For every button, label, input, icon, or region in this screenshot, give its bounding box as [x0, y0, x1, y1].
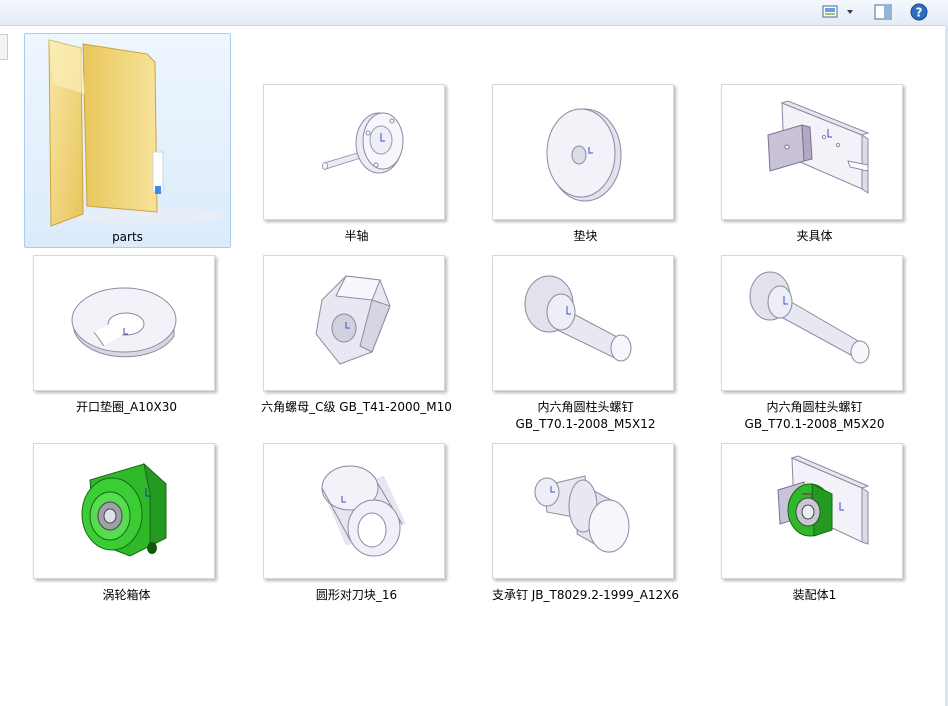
- navigation-pane-edge[interactable]: [0, 34, 8, 60]
- preview-pane-button[interactable]: [870, 2, 896, 22]
- file-thumbnail: [492, 443, 674, 579]
- item-label: 内六角圆柱头螺钉 GB_T70.1-2008_M5X12: [515, 400, 656, 431]
- turbine-housing-part-icon: [81, 462, 167, 557]
- file-item-jiajuti[interactable]: 夹具体: [712, 84, 917, 254]
- file-item-round-tool-block[interactable]: 圆形对刀块_16: [254, 443, 459, 613]
- item-label: 开口垫圈_A10X30: [76, 400, 177, 414]
- help-button[interactable]: ?: [906, 2, 932, 22]
- file-thumbnail: [263, 443, 445, 579]
- file-thumbnail: [721, 84, 903, 220]
- item-label: 圆形对刀块_16: [315, 588, 398, 602]
- folder-icon: [48, 39, 225, 227]
- change-view-button[interactable]: [820, 2, 858, 22]
- item-label: 支承钉 JB_T8029.2-1999_A12X6: [491, 588, 680, 602]
- file-item-assembly1[interactable]: 装配体1: [712, 443, 917, 613]
- file-item-dianshui[interactable]: 垫块: [483, 84, 688, 254]
- item-label: parts: [112, 230, 143, 244]
- shaft-part-icon: [322, 112, 404, 174]
- file-thumbnail: [33, 443, 215, 579]
- hex-nut-part-icon: [315, 275, 391, 365]
- svg-text:?: ?: [916, 6, 923, 20]
- file-item-socket-screw-m5x12[interactable]: 内六角圆柱头螺钉 GB_T70.1-2008_M5X12: [483, 255, 688, 445]
- support-pin-part-icon: [534, 475, 630, 553]
- change-view-icon: [822, 5, 853, 18]
- file-item-banzhou[interactable]: 半轴: [254, 84, 459, 254]
- open-washer-part-icon: [71, 287, 177, 358]
- preview-pane-icon: [874, 4, 892, 20]
- chevron-down-icon: [847, 10, 853, 14]
- file-item-turbine-housing[interactable]: 涡轮箱体: [24, 443, 229, 613]
- file-thumbnail: [33, 255, 215, 391]
- item-label: 夹具体: [796, 229, 833, 243]
- file-thumbnail: [263, 84, 445, 220]
- socket-head-screw-part-icon: [524, 275, 632, 362]
- item-label: 垫块: [573, 229, 598, 243]
- help-icon: ?: [910, 3, 928, 21]
- folder-item-parts[interactable]: parts: [24, 33, 231, 248]
- assembly-icon: [777, 455, 870, 545]
- item-label: 涡轮箱体: [102, 588, 151, 602]
- file-item-support-pin[interactable]: 支承钉 JB_T8029.2-1999_A12X6: [483, 443, 688, 613]
- file-item-kaikou-dianquan[interactable]: 开口垫圈_A10X30: [24, 255, 229, 425]
- item-label: 六角螺母_C级 GB_T41-2000_M10: [261, 400, 452, 414]
- file-thumbnail: [721, 255, 903, 391]
- command-bar: ?: [0, 0, 948, 26]
- item-label: 装配体1: [792, 588, 837, 602]
- file-item-hex-nut[interactable]: 六角螺母_C级 GB_T41-2000_M10: [254, 255, 459, 425]
- file-item-socket-screw-m5x20[interactable]: 内六角圆柱头螺钉 GB_T70.1-2008_M5X20: [712, 255, 917, 445]
- item-label: 内六角圆柱头螺钉 GB_T70.1-2008_M5X20: [744, 400, 885, 431]
- round-tool-block-part-icon: [321, 465, 406, 557]
- item-label: 半轴: [344, 229, 369, 243]
- file-thumbnail: [263, 255, 445, 391]
- file-thumbnail: [721, 443, 903, 579]
- fixture-body-part-icon: [767, 100, 870, 194]
- pad-part-icon: [546, 108, 622, 202]
- file-thumbnail: [492, 255, 674, 391]
- socket-head-screw-part-icon: [749, 271, 870, 364]
- file-thumbnail: [492, 84, 674, 220]
